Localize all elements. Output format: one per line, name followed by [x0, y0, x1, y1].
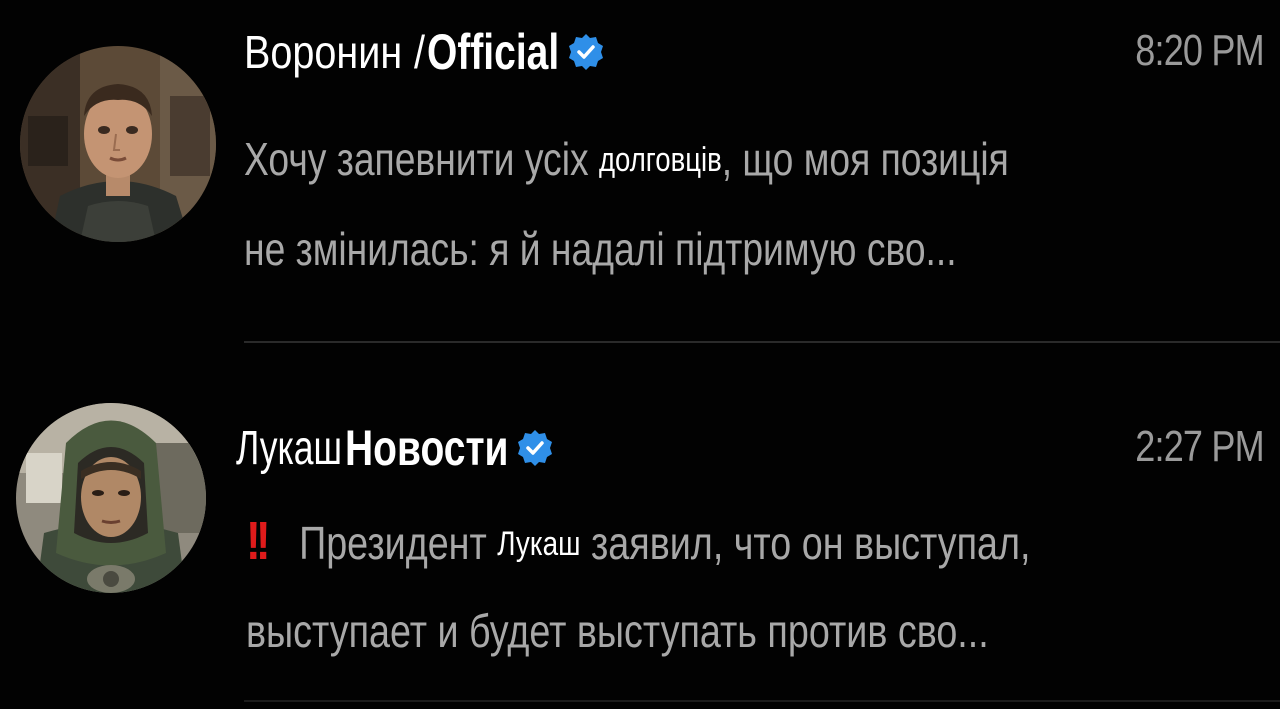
message-line: !! Президент Лукаш заявил, что он выступ…	[246, 496, 1030, 586]
chat-title: Воронин / Official	[244, 22, 606, 82]
double-exclamation-icon: !!	[246, 511, 271, 571]
chat-title: Лукаш Новости	[236, 417, 555, 479]
message-line: не змінилась: я й надалі підтримую сво..…	[244, 223, 957, 275]
chat-list-item[interactable]: Воронин / Official 8:20 PM Хочу запевнит…	[0, 0, 1280, 340]
stalker-character-avatar	[20, 46, 216, 242]
verified-badge-icon	[517, 430, 552, 466]
highlighted-word: Лукаш	[497, 525, 581, 563]
verified-badge-icon	[569, 34, 604, 70]
message-text: Президент	[299, 517, 487, 569]
message-preview: !! Президент Лукаш заявил, что он выступ…	[246, 496, 1030, 676]
name-separator: /	[413, 26, 425, 78]
divider	[244, 700, 1280, 702]
avatar[interactable]	[16, 403, 206, 593]
chat-list-item[interactable]: Лукаш Новости 2:27 PM !! Президент Лукаш…	[0, 355, 1280, 709]
message-timestamp: 2:27 PM	[1135, 422, 1264, 471]
hooded-stalker-avatar	[16, 403, 206, 593]
message-line: Хочу запевнити усіх долговців, що моя по…	[244, 114, 1009, 204]
message-text: Хочу запевнити усіх	[244, 133, 589, 185]
contact-name-part: Лукаш	[236, 421, 343, 475]
contact-name-suffix: Official	[426, 24, 559, 80]
contact-name-part: Воронин	[244, 26, 403, 78]
message-text: заявил, что он выступал,	[591, 517, 1031, 569]
message-preview: Хочу запевнити усіх долговців, що моя по…	[244, 114, 1009, 294]
contact-name-suffix: Новости	[345, 420, 509, 476]
message-line: выступает и будет выступать против сво..…	[246, 605, 989, 657]
avatar[interactable]	[20, 46, 216, 242]
highlighted-word: долговців	[598, 141, 722, 179]
message-timestamp: 8:20 PM	[1135, 26, 1264, 75]
message-text: , що моя позиція	[721, 133, 1009, 185]
divider	[244, 341, 1280, 343]
